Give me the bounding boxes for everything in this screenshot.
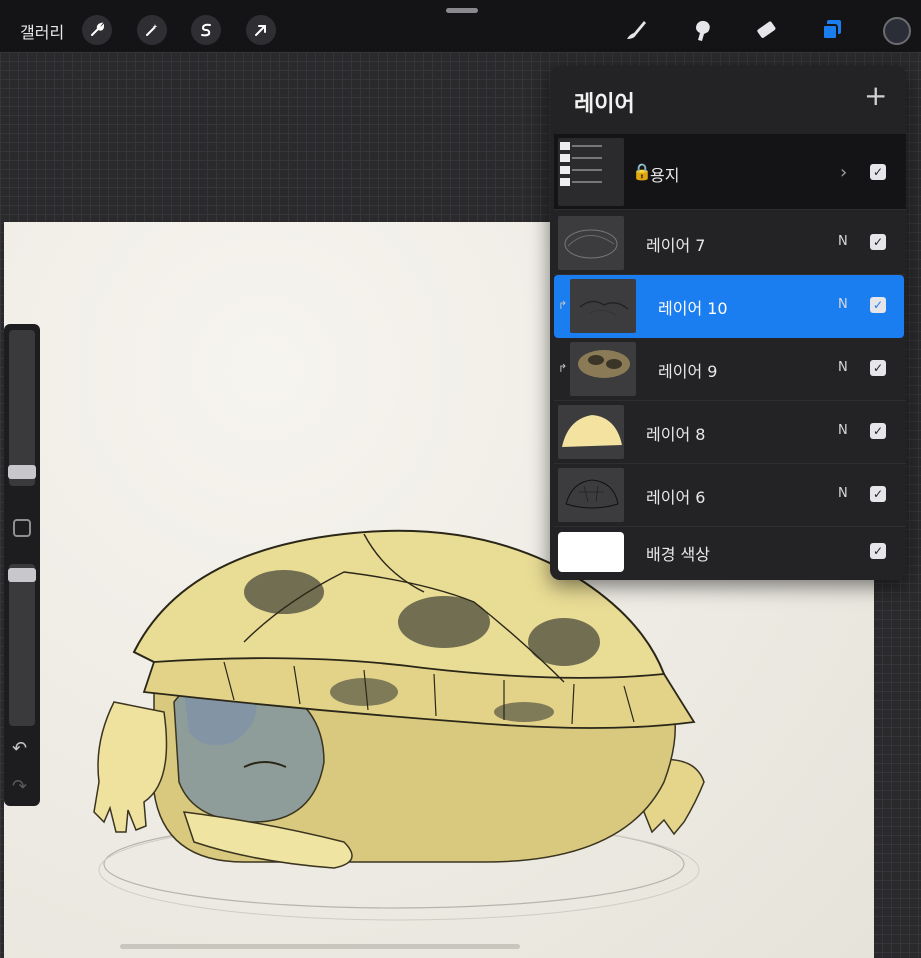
opacity-slider-handle[interactable]	[8, 568, 36, 583]
layer-visibility-checkbox[interactable]: ✓	[870, 234, 886, 250]
shell-patch	[494, 702, 554, 722]
layer-row-group[interactable]: 🔒 용지 › ✓	[554, 134, 906, 210]
layer-thumbnail	[558, 468, 624, 522]
layer-name: 배경 색상	[646, 545, 710, 564]
layer-row-background[interactable]: 배경 색상 ✓	[554, 527, 906, 580]
layer-thumbnail	[558, 405, 624, 459]
gallery-button[interactable]: 갤러리	[20, 19, 64, 43]
background-color-swatch[interactable]	[558, 532, 624, 572]
layer-blend-mode[interactable]: N	[838, 360, 848, 375]
layer-blend-mode[interactable]: N	[838, 297, 848, 312]
add-layer-button[interactable]: +	[864, 82, 887, 110]
layer-name: 레이어 9	[658, 362, 718, 381]
layer-blend-mode[interactable]: N	[838, 234, 848, 249]
eraser-icon[interactable]	[748, 12, 784, 48]
layer-row[interactable]: 레이어 6 N ✓	[554, 464, 906, 527]
layer-blend-mode[interactable]: N	[838, 486, 848, 501]
magic-wand-icon[interactable]	[137, 15, 167, 45]
layer-visibility-checkbox[interactable]: ✓	[870, 297, 886, 313]
shell-patch	[330, 678, 398, 706]
top-toolbar: 갤러리	[0, 0, 921, 52]
clipping-mask-icon: ↱	[558, 299, 568, 312]
layer-thumbnail	[558, 216, 624, 270]
layer-name: 레이어 8	[646, 425, 706, 444]
layers-panel: 레이어 + 🔒 용지 › ✓ 레이어 7 N ✓ ↱ 레이어 10 N ✓ ↱ …	[550, 66, 906, 580]
clipping-mask-icon: ↱	[558, 362, 568, 375]
shell-patch	[528, 618, 600, 666]
layer-visibility-checkbox[interactable]: ✓	[870, 164, 886, 180]
home-indicator	[120, 944, 520, 949]
layer-row[interactable]: 레이어 8 N ✓	[554, 401, 906, 464]
layer-thumbnail	[570, 279, 636, 333]
modify-button[interactable]	[13, 519, 31, 537]
brush-size-slider-handle[interactable]	[8, 464, 36, 479]
color-picker-button[interactable]	[883, 17, 911, 45]
brush-icon[interactable]	[618, 12, 654, 48]
left-sidebar: ↶ ↷	[4, 324, 40, 806]
layer-visibility-checkbox[interactable]: ✓	[870, 486, 886, 502]
turtle-leg-left	[93, 701, 168, 833]
chevron-right-icon[interactable]: ›	[840, 162, 847, 183]
layers-icon[interactable]	[814, 12, 850, 48]
layer-thumbnail	[558, 138, 624, 206]
brush-size-slider[interactable]	[9, 330, 35, 486]
layer-visibility-checkbox[interactable]: ✓	[870, 360, 886, 376]
opacity-slider[interactable]	[9, 564, 35, 726]
layers-panel-title: 레이어	[574, 92, 635, 117]
layer-row-active[interactable]: ↱ 레이어 10 N ✓	[554, 275, 904, 338]
layer-lock-icon: 🔒	[632, 162, 652, 181]
layer-name: 용지	[650, 166, 680, 185]
layer-thumbnail	[570, 342, 636, 396]
layer-name: 레이어 6	[646, 488, 706, 507]
layer-name: 레이어 10	[658, 299, 728, 318]
arrow-transform-icon[interactable]	[246, 15, 276, 45]
layer-row[interactable]: ↱ 레이어 9 N ✓	[554, 338, 906, 401]
toolbar-grabber[interactable]	[446, 8, 478, 13]
undo-icon[interactable]: ↶	[12, 738, 27, 759]
layer-name: 레이어 7	[646, 236, 706, 255]
smudge-icon[interactable]	[684, 12, 720, 48]
redo-icon[interactable]: ↷	[12, 776, 27, 797]
layer-row[interactable]: 레이어 7 N ✓	[554, 212, 906, 275]
wrench-icon[interactable]	[82, 15, 112, 45]
layer-visibility-checkbox[interactable]: ✓	[870, 543, 886, 559]
selection-s-icon[interactable]	[191, 15, 221, 45]
layer-visibility-checkbox[interactable]: ✓	[870, 423, 886, 439]
layer-blend-mode[interactable]: N	[838, 423, 848, 438]
